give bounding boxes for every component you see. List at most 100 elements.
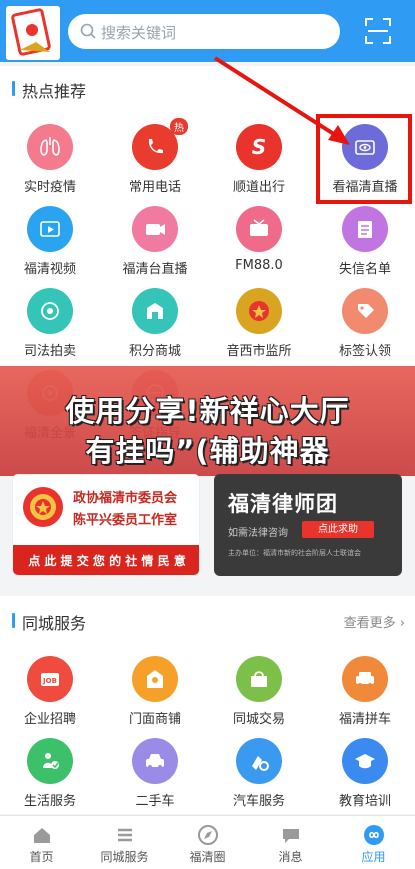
overlay-banner: 使用分享!新祥心大厅 有挂吗”(辅助神器: [0, 366, 415, 476]
grid-item-city-4[interactable]: 生活服务: [0, 738, 100, 809]
grid-item-city-5[interactable]: 二手车: [105, 738, 205, 809]
search-icon: [80, 23, 96, 43]
grid-item-label: 积分商城: [128, 344, 181, 359]
home-icon: [0, 822, 83, 848]
grid-item-label: 门面商铺: [128, 712, 181, 727]
grid-item-hot-10[interactable]: 音西市监所: [209, 288, 309, 359]
tab-bar: 首页 同城服务 福清圈 消息 应用: [0, 815, 415, 869]
app-logo[interactable]: [6, 6, 60, 60]
grid-item-hot-4[interactable]: 福清视频: [0, 206, 100, 277]
used-car-icon: [132, 738, 178, 784]
grid-item-city-2[interactable]: 同城交易: [209, 656, 309, 727]
grid-item-city-1[interactable]: 门面商铺: [105, 656, 205, 727]
grid-item-hot-6[interactable]: FM88.0: [209, 206, 309, 273]
lawyer-org: 主办单位：福清市新的社会阶层人士联谊会: [228, 549, 361, 557]
tab-label: 福清圈: [189, 850, 226, 864]
grid-item-city-0[interactable]: JOB 企业招聘: [0, 656, 100, 727]
list-icon: [342, 206, 388, 252]
emblem-icon: [23, 487, 63, 527]
grid-item-label: 音西市监所: [226, 344, 292, 359]
grid-item-city-3[interactable]: 福清拼车: [315, 656, 415, 727]
cppcc-line-1: 政协福清市委员会: [73, 491, 178, 506]
tab-label: 消息: [278, 850, 303, 864]
phone-icon: 热: [132, 118, 188, 170]
radio-icon: [236, 206, 282, 252]
carpool-icon: [342, 656, 388, 702]
compass-icon: [166, 822, 249, 848]
tag-icon: [342, 288, 388, 334]
tab-label: 首页: [29, 850, 54, 864]
tab-4[interactable]: 应用: [332, 822, 415, 865]
trade-basket-icon: [236, 656, 282, 702]
grid-item-label: 常用电话: [128, 180, 181, 195]
grid-item-label: 汽车服务: [232, 794, 285, 809]
grid-item-hot-8[interactable]: 司法拍卖: [0, 288, 100, 359]
section-title: 同城服务: [12, 610, 86, 634]
route-s-icon: S: [236, 124, 282, 170]
highlight-box: [316, 114, 412, 204]
grid-item-label: 顺道出行: [232, 180, 285, 195]
tab-1[interactable]: 同城服务: [83, 822, 166, 865]
auction-icon: [27, 288, 73, 334]
grid-item-hot-2[interactable]: S 顺道出行: [209, 124, 309, 195]
chat-icon: [249, 822, 332, 848]
grid-item-label: 标签认领: [338, 344, 391, 359]
grid-item-hot-11[interactable]: 标签认领: [315, 288, 415, 359]
list-menu-icon: [83, 822, 166, 848]
chevron-right-icon: ›: [399, 616, 405, 631]
car-service-icon: [236, 738, 282, 784]
more-label: 查看更多: [343, 616, 396, 631]
grid-item-label: 同城交易: [232, 712, 285, 727]
svg-text:S: S: [252, 135, 266, 159]
grid-item-city-7[interactable]: 教育培训: [315, 738, 415, 809]
lawyer-help-button[interactable]: 点此求助: [302, 521, 374, 538]
scan-icon[interactable]: [364, 17, 392, 49]
grid-item-label: 实时疫情: [23, 180, 76, 195]
grid-item-hot-1[interactable]: 热常用电话: [105, 118, 205, 195]
grid-item-label: 教育培训: [338, 794, 391, 809]
grid-item-label: FM88.0: [235, 258, 283, 273]
lungs-icon: [27, 124, 73, 170]
section-title: 热点推荐: [12, 78, 86, 102]
shop-icon: [132, 288, 178, 334]
grid-item-hot-7[interactable]: 失信名单: [315, 206, 415, 277]
overlay-line-1: 使用分享!新祥心大厅: [65, 394, 350, 428]
grid-item-label: 失信名单: [338, 262, 391, 277]
more-link[interactable]: 查看更多 ›: [344, 612, 405, 631]
overlay-line-2: 有挂吗”(辅助神器: [85, 434, 330, 468]
app-header: 搜索关键词: [0, 0, 415, 62]
grid-item-label: 福清视频: [23, 262, 76, 277]
apps-icon: [332, 822, 415, 848]
tab-label: 应用: [361, 850, 386, 864]
search-input[interactable]: 搜索关键词: [68, 14, 340, 49]
education-icon: [342, 738, 388, 784]
job-icon: JOB: [27, 656, 73, 702]
lawyer-banner[interactable]: 福清律师团 如需法律咨询 点此求助 主办单位：福清市新的社会阶层人士联谊会: [214, 474, 402, 576]
tab-0[interactable]: 首页: [0, 822, 83, 865]
life-service-icon: [27, 738, 73, 784]
tab-3[interactable]: 消息: [249, 822, 332, 865]
grid-item-city-6[interactable]: 汽车服务: [209, 738, 309, 809]
grid-item-label: 企业招聘: [23, 712, 76, 727]
grid-item-hot-0[interactable]: 实时疫情: [0, 124, 100, 195]
cppcc-banner[interactable]: 政协福清市委员会 陈平兴委员工作室 点 此 提 交 您 的 社 情 民 意: [12, 474, 200, 576]
grid-item-label: 福清拼车: [338, 712, 391, 727]
grid-item-label: 司法拍卖: [23, 344, 76, 359]
camera-icon: [132, 206, 178, 252]
grid-item-label: 二手车: [135, 794, 175, 809]
storefront-icon: [132, 656, 178, 702]
lawyer-title: 福清律师团: [228, 492, 338, 516]
cppcc-line-2: 陈平兴委员工作室: [73, 513, 178, 528]
tab-label: 同城服务: [100, 850, 149, 864]
grid-item-hot-5[interactable]: 福清台直播: [105, 206, 205, 277]
grid-item-label: 生活服务: [23, 794, 76, 809]
video-icon: [27, 206, 73, 252]
grid-item-hot-9[interactable]: 积分商城: [105, 288, 205, 359]
tab-2[interactable]: 福清圈: [166, 822, 249, 865]
svg-text:JOB: JOB: [42, 677, 57, 685]
hot-badge: 热: [170, 118, 188, 135]
lawyer-sub: 如需法律咨询: [228, 528, 288, 539]
emblem-icon: [236, 288, 282, 334]
cppcc-footer: 点 此 提 交 您 的 社 情 民 意: [13, 545, 199, 575]
search-placeholder: 搜索关键词: [101, 24, 177, 42]
